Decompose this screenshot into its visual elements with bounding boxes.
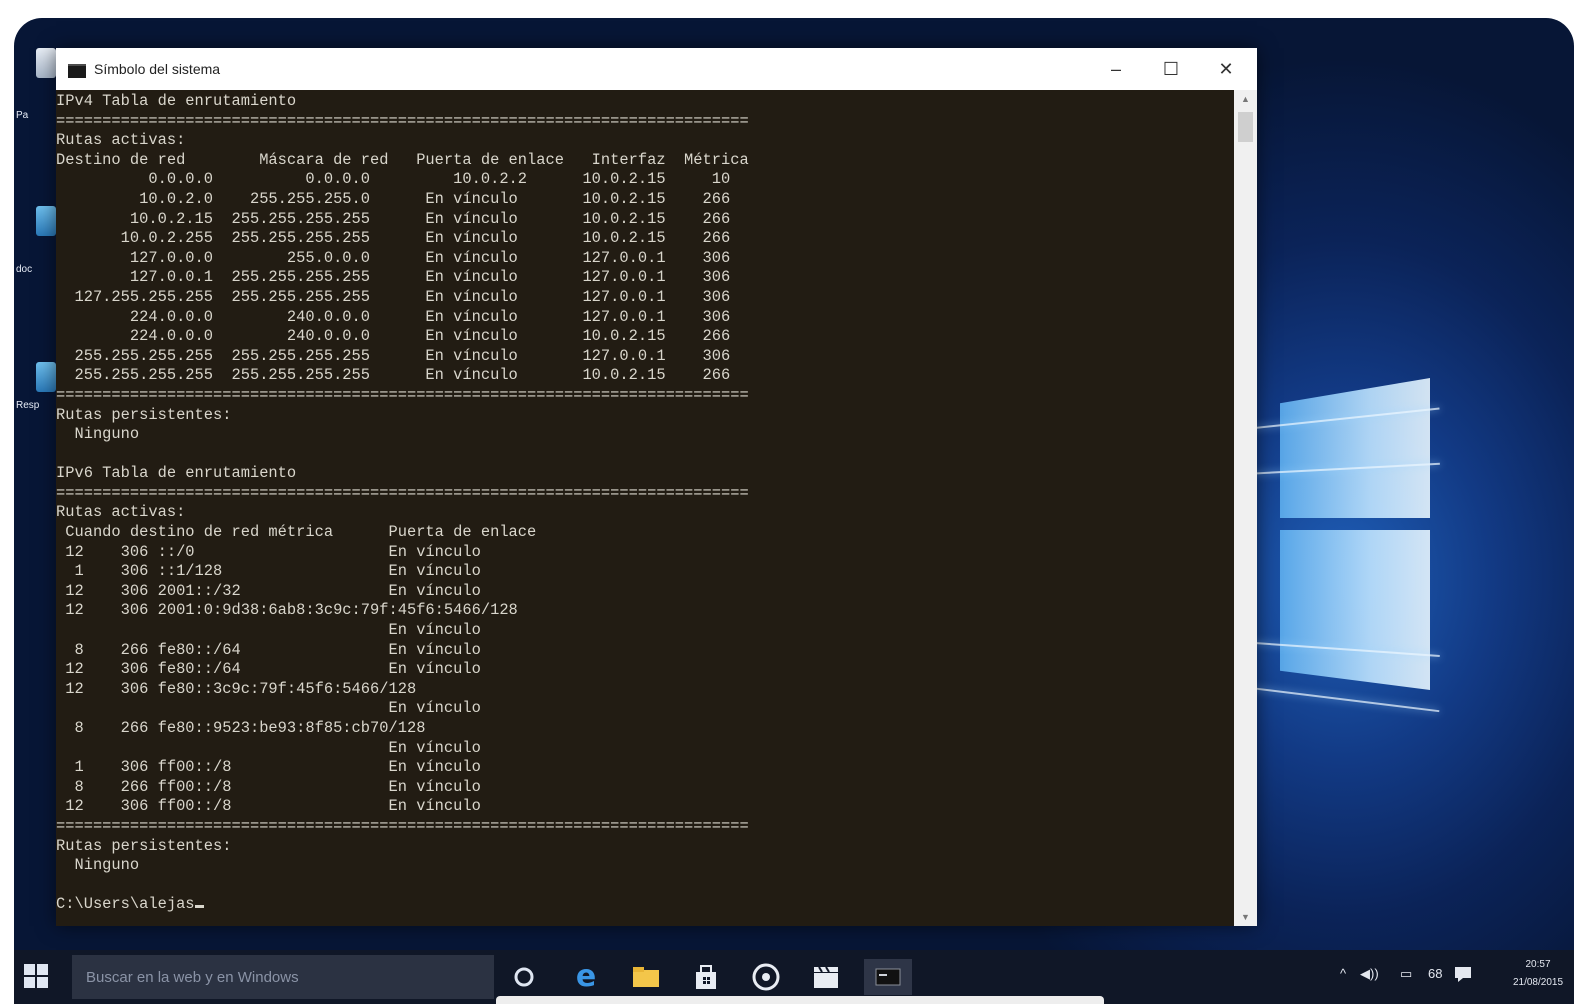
disc-icon [752,963,780,991]
console-line: 127.0.0.1 255.255.255.255 En vínculo 127… [56,268,731,287]
scroll-up-arrow-icon[interactable]: ▲ [1234,90,1257,108]
film-app-button[interactable] [806,959,846,995]
task-view-button[interactable] [504,959,544,995]
edge-icon: e [575,959,597,994]
console-line: ========================================… [56,816,749,835]
console-line: 10.0.2.0 255.255.255.0 En vínculo 10.0.2… [56,189,731,208]
edge-button[interactable]: e [566,959,606,995]
console-line: Destino de red Máscara de red Puerta de … [56,150,749,169]
file-explorer-button[interactable] [626,959,666,995]
close-button[interactable]: ✕ [1206,56,1246,82]
recycle-bin-icon [36,48,56,78]
console-line: 12 306 ::/0 En vínculo [56,542,481,561]
console-line: ========================================… [56,385,749,404]
console-line: 224.0.0.0 240.0.0.0 En vínculo 10.0.2.15… [56,327,731,346]
console-line: Rutas activas: [56,503,186,522]
cmd-taskbar-button[interactable] [864,959,912,995]
console-line: 12 306 2001:0:9d38:6ab8:3c9c:79f:45f6:54… [56,601,518,620]
window-titlebar[interactable]: Símbolo del sistema – ☐ ✕ [56,48,1257,90]
desktop-icon-label: Resp [16,400,40,411]
folder-icon [633,967,659,987]
tray-chevron-icon[interactable]: ^ [1340,966,1346,981]
desktop-icon-label: doc [16,264,33,275]
console-line: 10.0.2.255 255.255.255.255 En vínculo 10… [56,229,731,248]
console-line: Rutas persistentes: [56,836,232,855]
desktop-icon-label: Pa [16,110,29,121]
console-line: 12 306 fe80::/64 En vínculo [56,660,481,679]
system-clock[interactable]: 20:57 21/08/2015 [1510,956,1566,992]
console-line: IPv4 Tabla de enrutamiento [56,92,297,110]
window-title: Símbolo del sistema [94,61,221,77]
store-bag-icon [696,965,716,989]
store-button[interactable] [686,959,726,995]
desktop-icon-backup[interactable]: Resp [14,352,60,412]
console-line: 1 306 ff00::/8 En vínculo [56,758,481,777]
volume-icon[interactable]: ◀)) [1360,966,1379,982]
cmd-icon [68,64,86,78]
console-output[interactable]: IPv4 Tabla de enrutamiento ==============… [56,90,1234,926]
console-line: 10.0.2.15 255.255.255.255 En vínculo 10.… [56,209,731,228]
console-line: ========================================… [56,111,749,130]
console-line: 127.0.0.0 255.0.0.0 En vínculo 127.0.0.1… [56,248,731,267]
clock-date: 21/08/2015 [1512,977,1564,988]
console-line: IPv6 Tabla de enrutamiento [56,464,297,483]
console-line: 255.255.255.255 255.255.255.255 En víncu… [56,346,731,365]
console-line: En vínculo [56,738,481,757]
maximize-button[interactable]: ☐ [1151,56,1191,82]
start-button[interactable] [24,964,50,990]
cmd-icon [875,968,901,986]
console-line: C:\Users\alejas [56,895,1234,915]
console-line: Rutas persistentes: [56,405,232,424]
console-line: 8 266 ff00::/8 En vínculo [56,777,481,796]
scrollbar-thumb[interactable] [1238,112,1253,142]
console-line: En vínculo [56,621,481,640]
console-line: 12 306 fe80::3c9c:79f:45f6:5466/128 [56,679,417,698]
console-line: 8 266 fe80::/64 En vínculo [56,640,481,659]
monitor-stand-edge [496,996,1104,1004]
clapperboard-icon [814,966,838,988]
console-line: Ninguno [56,856,140,875]
console-line: Rutas activas: [56,131,186,150]
search-box[interactable]: Buscar en la web y en Windows [72,955,494,999]
desktop-icon-documents[interactable]: doc [14,196,60,275]
notifications-icon[interactable] [1454,966,1472,985]
console-line: 12 306 2001::/32 En vínculo [56,581,481,600]
console-line: En vínculo [56,699,481,718]
vertical-scrollbar[interactable]: ▲ ▼ [1234,90,1257,926]
language-indicator[interactable]: 68 [1428,966,1442,981]
minimize-button[interactable]: – [1096,56,1136,82]
clock-time: 20:57 [1525,959,1551,970]
console-line: Cuando destino de red métrica Puerta de … [56,523,537,542]
text-cursor [194,905,204,909]
console-line: 8 266 fe80::9523:be93:8f85:cb70/128 [56,719,426,737]
console-line: ========================================… [56,483,749,502]
backup-icon [36,362,56,392]
network-icon[interactable]: ▭ [1400,966,1412,982]
desktop-icon-recycle-bin[interactable]: Pa [14,38,60,121]
windows-logo-wallpaper [1240,348,1450,768]
console-line: 127.255.255.255 255.255.255.255 En víncu… [56,287,731,306]
console-line: 255.255.255.255 255.255.255.255 En víncu… [56,366,731,385]
console-line: Ninguno [56,425,140,444]
media-player-button[interactable] [746,959,786,995]
console-line: 1 306 ::1/128 En vínculo [56,562,481,581]
scroll-down-arrow-icon[interactable]: ▼ [1234,908,1257,926]
console-line: 12 306 ff00::/8 En vínculo [56,797,481,816]
task-view-icon [514,967,534,987]
console-line: 224.0.0.0 240.0.0.0 En vínculo 127.0.0.1… [56,307,731,326]
console-line: 0.0.0.0 0.0.0.0 10.0.2.2 10.0.2.15 10 [56,170,731,189]
action-center-icon [1455,967,1471,982]
document-icon [36,206,56,236]
command-prompt-window[interactable]: Símbolo del sistema – ☐ ✕ IPv4 Tabla de … [56,48,1257,926]
windows-start-icon [24,964,35,975]
